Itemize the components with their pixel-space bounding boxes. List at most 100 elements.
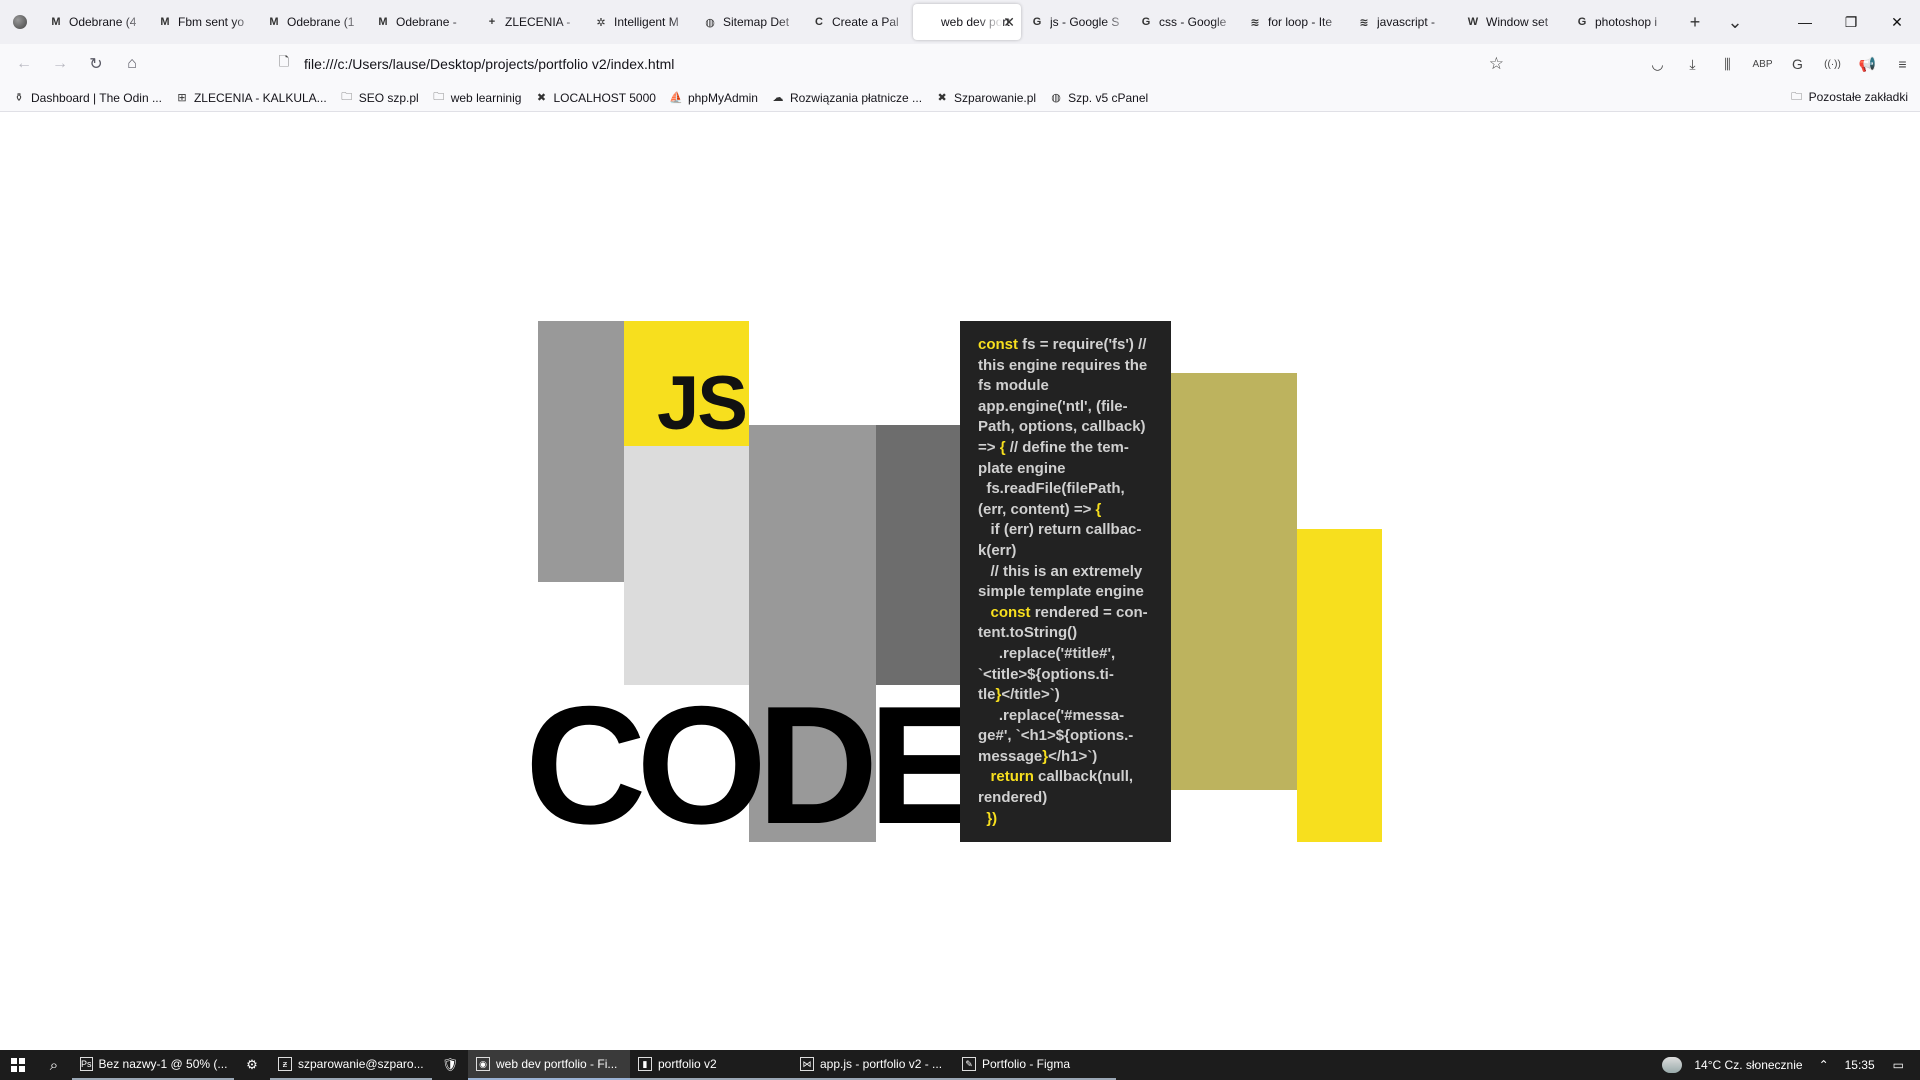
bookmark-item-4[interactable]: ✖ LOCALHOST 5000 [534, 91, 656, 105]
new-tab-button[interactable]: + [1675, 0, 1715, 44]
adblock-icon[interactable]: ABP [1745, 48, 1780, 80]
code-text: (err, content) => [978, 500, 1096, 518]
tab-10[interactable]: Gcss - Google [1131, 4, 1239, 40]
library-icon[interactable]: ⫼ [1710, 48, 1745, 80]
code-text: message [978, 747, 1043, 765]
tab-9[interactable]: Gjs - Google S [1022, 4, 1130, 40]
taskbar-app-7[interactable]: ✎ Portfolio - Figma [954, 1050, 1116, 1080]
downloads-icon[interactable]: ⤓ [1675, 48, 1710, 80]
window-controls: — ❐ ✕ [1782, 0, 1920, 44]
code-text: => [978, 438, 1000, 456]
reload-button[interactable]: ↻ [78, 48, 114, 80]
notifications-icon[interactable]: ▭ [1883, 1058, 1920, 1072]
tab-bar: M Odebrane (4 M Fbm sent yo M Odebrane (1 M Ode… [0, 0, 1920, 44]
tab-favicon-icon: ≋ [1250, 16, 1260, 29]
bookmark-item-5[interactable]: ⛵ phpMyAdmin [669, 91, 758, 105]
tab-0[interactable]: M Odebrane (4 [41, 4, 149, 40]
tab-title: Odebrane (4 [69, 15, 137, 29]
app-icon: ✎ [962, 1057, 976, 1071]
taskbar-app-5[interactable]: ▮ portfolio v2 [630, 1050, 792, 1080]
weather-icon[interactable] [1662, 1057, 1683, 1073]
firefox-icon [13, 15, 27, 29]
code-text: // define the tem- [1005, 438, 1129, 456]
code-line: fs.readFile(filePath, [978, 479, 1157, 500]
tray-chevron-icon[interactable]: ⌃ [1811, 1058, 1837, 1072]
taskbar-icon-1[interactable]: ⚙ [234, 1050, 270, 1080]
tab-4[interactable]: + ZLECENIA - [477, 4, 585, 40]
tab-13[interactable]: W Window set [1458, 4, 1566, 40]
restore-button[interactable]: ❐ [1828, 0, 1874, 44]
yellow-bar [1297, 529, 1382, 842]
taskbar-app-6[interactable]: ⋈ app.js - portfolio v2 - ... [792, 1050, 954, 1080]
app-icon: ⚙ [246, 1057, 258, 1072]
back-button[interactable]: ← [6, 48, 42, 80]
code-keyword: }) [986, 809, 998, 827]
tab-title: ZLECENIA - [505, 15, 571, 29]
tab-11[interactable]: ≋ for loop - Ite [1240, 4, 1348, 40]
bookmark-item-7[interactable]: ✖ Szparowanie.pl [935, 91, 1036, 105]
code-line: if (err) return callbac- [978, 520, 1157, 541]
bookmark-icon: 🗀 [433, 91, 445, 103]
tab-2[interactable]: M Odebrane (1 [259, 4, 367, 40]
tab-favicon-icon: G [1577, 16, 1587, 28]
weather-text[interactable]: 14°C Cz. słonecznie [1686, 1058, 1810, 1072]
tab-title: photoshop i [1595, 15, 1658, 29]
search-icon: ⌕ [49, 1056, 59, 1074]
bookmark-label: phpMyAdmin [687, 90, 758, 105]
forward-button[interactable]: → [42, 48, 78, 80]
tab-3[interactable]: M Odebrane - [368, 4, 476, 40]
bookmark-star-icon[interactable]: ☆ [1489, 54, 1504, 74]
code-text: this engine requires the [978, 356, 1148, 374]
pocket-icon[interactable]: ◡ [1640, 48, 1675, 80]
bookmark-item-2[interactable]: 🗀 SEO szp.pl [340, 91, 419, 105]
tab-14[interactable]: Gphotoshop i [1567, 4, 1675, 40]
code-line: plate engine [978, 459, 1157, 480]
minimize-button[interactable]: — [1782, 0, 1828, 44]
code-line: }) [978, 809, 1157, 830]
tab-7[interactable]: C Create a Pal [804, 4, 912, 40]
tab-title: Fbm sent yo [178, 15, 245, 29]
taskbar-icon-3[interactable]: 🛡 [432, 1050, 468, 1080]
bookmark-label: SEO szp.pl [358, 90, 419, 105]
app-icon: ▮ [638, 1057, 652, 1071]
toolbar-extensions: ◡ ⤓ ⫼ ABP G ((·)) 📢 ≡ [1640, 48, 1920, 80]
other-bookmarks[interactable]: 🗀 Pozostałe zakładki [1790, 90, 1908, 104]
start-button[interactable] [0, 1050, 36, 1080]
tab-12[interactable]: ≋ javascript - [1349, 4, 1457, 40]
url-text[interactable]: file:///c:/Users/lause/Desktop/projects/… [304, 56, 674, 72]
arrow-right-icon: → [52, 55, 68, 72]
tab-1[interactable]: M Fbm sent yo [150, 4, 258, 40]
code-text: .replace('#messa- [978, 706, 1125, 724]
search-button[interactable]: ⌕ [36, 1050, 72, 1080]
bookmark-item-1[interactable]: ⊞ ZLECENIA - KALKULA... [175, 91, 326, 105]
bookmark-item-6[interactable]: ☁ Rozwiązania płatnicze ... [771, 91, 922, 105]
taskbar-app-2[interactable]: ƶ szparowanie@szparo... [270, 1050, 432, 1080]
tab-8[interactable]: web dev port ✕ [913, 4, 1021, 40]
tab-close-icon[interactable]: ✕ [1003, 14, 1015, 31]
home-button[interactable]: ⌂ [114, 48, 150, 80]
taskbar-apps: Ps Bez nazwy-1 @ 50% (... ⚙ ƶ szparowanie@sz… [72, 1050, 1116, 1080]
close-window-button[interactable]: ✕ [1874, 0, 1920, 44]
firefox-view-button[interactable] [0, 0, 40, 44]
code-text: rendered) [978, 789, 1048, 807]
bookmark-item-0[interactable]: ⚱ Dashboard | The Odin ... [12, 91, 162, 105]
megaphone-icon[interactable]: 📢 [1850, 48, 1885, 80]
address-bar[interactable]: 🗋 file:///c:/Users/lause/Desktop/project… [268, 48, 1514, 80]
list-all-tabs-button[interactable]: ⌄ [1715, 0, 1755, 44]
grammarly-icon[interactable]: G [1780, 48, 1815, 80]
menu-icon[interactable]: ≡ [1885, 48, 1920, 80]
page-viewport: JS CODE const fs = require('fs') //this … [0, 113, 1920, 1050]
taskbar-app-0[interactable]: Ps Bez nazwy-1 @ 50% (... [72, 1050, 234, 1080]
bookmark-item-3[interactable]: 🗀 web learninig [432, 91, 521, 105]
tab-5[interactable]: ✲ Intelligent M [586, 4, 694, 40]
code-line: .replace('#messa- [978, 706, 1157, 727]
dark-gray-block [876, 425, 960, 685]
bookmark-item-8[interactable]: ◍ Szp. v5 cPanel [1049, 91, 1148, 105]
tab-favicon-icon: M [51, 16, 61, 28]
bookmark-icon: ✖ [937, 92, 947, 104]
broadcast-icon[interactable]: ((·)) [1815, 48, 1850, 80]
taskbar-app-4[interactable]: ◉ web dev portfolio - Fi... [468, 1050, 630, 1080]
tab-title: for loop - Ite [1268, 15, 1333, 29]
clock[interactable]: 15:35 [1837, 1058, 1883, 1072]
tab-6[interactable]: ◍ Sitemap Det [695, 4, 803, 40]
